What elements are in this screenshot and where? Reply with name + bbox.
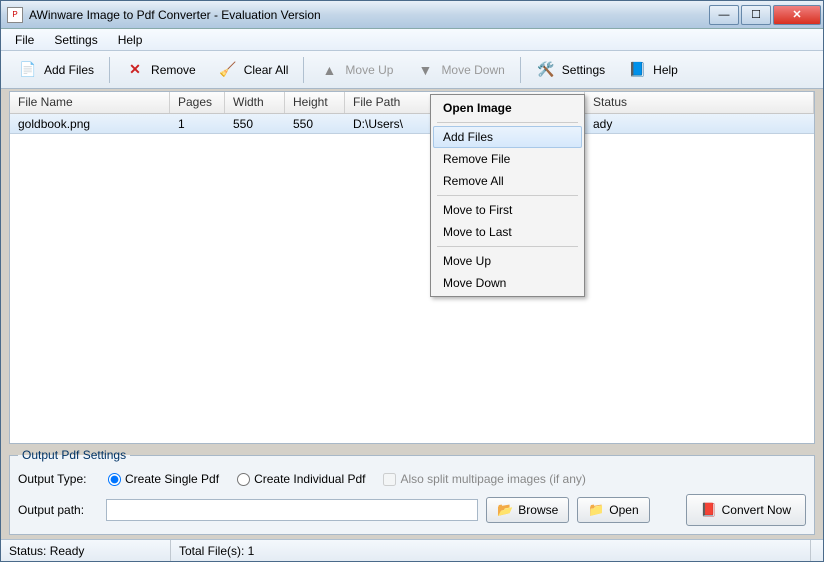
output-path-label: Output path: [18, 503, 98, 517]
col-status[interactable]: Status [585, 92, 814, 113]
ctx-move-up[interactable]: Move Up [433, 250, 582, 272]
convert-label: Convert Now [722, 503, 791, 517]
pdf-icon: 📕 [701, 502, 717, 518]
add-files-button[interactable]: 📄 Add Files [9, 55, 103, 85]
convert-button[interactable]: 📕 Convert Now [686, 494, 806, 526]
col-height[interactable]: Height [285, 92, 345, 113]
move-up-button[interactable]: ▲ Move Up [310, 55, 402, 85]
open-label: Open [609, 503, 638, 517]
output-path-row: Output path: 📂 Browse 📁 Open 📕 Convert N… [18, 494, 806, 526]
browse-button[interactable]: 📂 Browse [486, 497, 569, 523]
toolbar-separator [109, 57, 110, 83]
move-up-icon: ▲ [319, 60, 339, 80]
settings-label: Settings [562, 63, 605, 77]
help-label: Help [653, 63, 678, 77]
open-button[interactable]: 📁 Open [577, 497, 649, 523]
ctx-open-image[interactable]: Open Image [433, 97, 582, 119]
radio-individual-pdf[interactable]: Create Individual Pdf [237, 472, 365, 486]
status-ready: Status: Ready [1, 540, 171, 561]
remove-icon: ✕ [125, 60, 145, 80]
cell-status: ady [585, 115, 814, 133]
close-button[interactable] [773, 5, 821, 25]
move-up-label: Move Up [345, 63, 393, 77]
move-down-label: Move Down [441, 63, 504, 77]
ctx-separator [437, 195, 578, 196]
radio-single-input[interactable] [108, 473, 121, 486]
browse-label: Browse [518, 503, 558, 517]
ctx-move-first[interactable]: Move to First [433, 199, 582, 221]
add-files-icon: 📄 [18, 60, 38, 80]
toolbar-separator [303, 57, 304, 83]
radio-single-pdf[interactable]: Create Single Pdf [108, 472, 219, 486]
minimize-button[interactable] [709, 5, 739, 25]
menu-settings[interactable]: Settings [44, 30, 107, 50]
ctx-add-files[interactable]: Add Files [433, 126, 582, 148]
add-files-label: Add Files [44, 63, 94, 77]
help-button[interactable]: 📘 Help [618, 55, 687, 85]
menubar: File Settings Help [1, 29, 823, 51]
cell-height: 550 [285, 115, 345, 133]
titlebar: P AWinware Image to Pdf Converter - Eval… [1, 1, 823, 29]
ctx-remove-file[interactable]: Remove File [433, 148, 582, 170]
file-table: File Name Pages Width Height File Path S… [9, 91, 815, 444]
radio-individual-label: Create Individual Pdf [254, 472, 365, 486]
menu-help[interactable]: Help [108, 30, 153, 50]
checkbox-split-input[interactable] [383, 473, 396, 486]
toolbar-separator [520, 57, 521, 83]
clear-all-button[interactable]: 🧹 Clear All [209, 55, 298, 85]
remove-label: Remove [151, 63, 196, 77]
cell-pages: 1 [170, 115, 225, 133]
maximize-button[interactable] [741, 5, 771, 25]
ctx-separator [437, 246, 578, 247]
cell-filename: goldbook.png [10, 115, 170, 133]
table-row[interactable]: goldbook.png 1 550 550 D:\Users\ ady [10, 114, 814, 134]
checkbox-split-label: Also split multipage images (if any) [400, 472, 585, 486]
window-controls [709, 5, 821, 25]
output-type-row: Output Type: Create Single Pdf Create In… [18, 472, 806, 486]
radio-single-label: Create Single Pdf [125, 472, 219, 486]
toolbar: 📄 Add Files ✕ Remove 🧹 Clear All ▲ Move … [1, 51, 823, 89]
output-type-label: Output Type: [18, 472, 98, 486]
settings-icon: 🛠️ [536, 60, 556, 80]
help-icon: 📘 [627, 60, 647, 80]
status-total-files: Total File(s): 1 [171, 540, 811, 561]
col-pages[interactable]: Pages [170, 92, 225, 113]
settings-button[interactable]: 🛠️ Settings [527, 55, 614, 85]
clear-all-label: Clear All [244, 63, 289, 77]
checkbox-split[interactable]: Also split multipage images (if any) [383, 472, 585, 486]
ctx-remove-all[interactable]: Remove All [433, 170, 582, 192]
radio-individual-input[interactable] [237, 473, 250, 486]
open-icon: 📁 [588, 502, 604, 518]
col-filename[interactable]: File Name [10, 92, 170, 113]
output-legend: Output Pdf Settings [18, 448, 130, 462]
remove-button[interactable]: ✕ Remove [116, 55, 205, 85]
context-menu: Open Image Add Files Remove File Remove … [430, 94, 585, 297]
app-window: P AWinware Image to Pdf Converter - Eval… [0, 0, 824, 562]
move-down-button[interactable]: ▼ Move Down [406, 55, 513, 85]
move-down-icon: ▼ [415, 60, 435, 80]
ctx-separator [437, 122, 578, 123]
output-path-input[interactable] [106, 499, 478, 521]
col-width[interactable]: Width [225, 92, 285, 113]
ctx-move-last[interactable]: Move to Last [433, 221, 582, 243]
output-settings-panel: Output Pdf Settings Output Type: Create … [9, 448, 815, 535]
clear-all-icon: 🧹 [218, 60, 238, 80]
cell-width: 550 [225, 115, 285, 133]
output-type-radios: Create Single Pdf Create Individual Pdf … [108, 472, 586, 486]
menu-file[interactable]: File [5, 30, 44, 50]
table-header: File Name Pages Width Height File Path S… [10, 92, 814, 114]
folder-icon: 📂 [497, 502, 513, 518]
ctx-move-down[interactable]: Move Down [433, 272, 582, 294]
app-icon: P [7, 7, 23, 23]
window-title: AWinware Image to Pdf Converter - Evalua… [29, 8, 709, 22]
statusbar: Status: Ready Total File(s): 1 [1, 539, 823, 561]
